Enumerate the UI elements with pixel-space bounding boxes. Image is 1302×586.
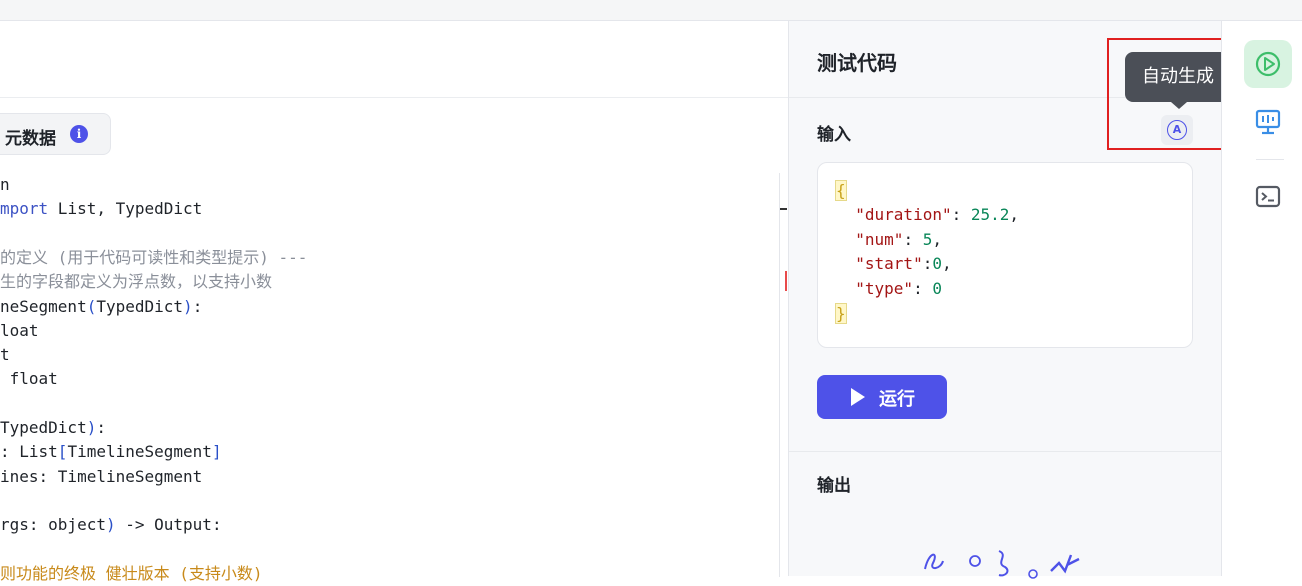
code-line: 的定义 (用于代码可读性和类型提示) ---: [0, 246, 307, 270]
json-line: }: [835, 302, 847, 326]
code-token: 生的字段都定义为浮点数，以支持小数: [0, 272, 273, 292]
error-marker: [785, 271, 787, 291]
json-value: 0: [932, 254, 942, 273]
json-line: "type": 0: [836, 277, 942, 301]
output-label: 输出: [817, 476, 851, 496]
code-line: t: [0, 343, 10, 367]
right-toolbar: [1221, 21, 1302, 576]
json-separator: :: [922, 254, 933, 273]
json-key: "duration": [855, 205, 952, 224]
terminal-icon: [1255, 185, 1281, 208]
json-line: "start":0,: [836, 252, 952, 276]
run-button-label: 运行: [879, 389, 915, 410]
code-token: : List: [0, 442, 58, 462]
code-token: t: [0, 345, 10, 365]
highlight-box: [1107, 38, 1238, 150]
json-key: "type": [855, 278, 914, 298]
code-line: mport List, TypedDict: [0, 197, 202, 221]
metadata-label: 元数据: [5, 129, 56, 149]
test-run-tool[interactable]: [1244, 40, 1292, 88]
code-editor[interactable]: 元数据 i n mport List, TypedDict 的定义 (用于代码可读性…: [0, 21, 788, 583]
code-token: float: [0, 369, 58, 389]
panel-title: 测试代码: [817, 51, 897, 75]
json-line: "duration": 25.2,: [836, 203, 1019, 227]
code-line: float: [0, 367, 58, 391]
json-value: 0: [932, 278, 942, 298]
json-key: "start": [855, 254, 923, 273]
json-line: {: [835, 179, 847, 203]
json-key: "num": [855, 229, 904, 249]
json-separator: :: [951, 205, 971, 224]
empty-output-illustration: [924, 550, 1080, 579]
scroll-marker: [780, 208, 787, 210]
json-comma: ,: [941, 254, 952, 273]
metadata-button[interactable]: 元数据 i: [0, 113, 111, 155]
code-line: TypedDict):: [0, 416, 106, 440]
run-button[interactable]: 运行: [817, 375, 947, 419]
json-comma: ,: [1009, 205, 1020, 224]
code-token: mport: [0, 199, 49, 219]
code-token: -> Output:: [115, 515, 222, 535]
code-token: 则功能的终极 健壮版本 (支持小数): [0, 563, 263, 583]
json-separator: :: [913, 278, 933, 298]
json-value: 5: [922, 229, 933, 249]
code-line: loat: [0, 319, 39, 343]
top-bar: [0, 0, 1302, 21]
code-token: n: [0, 175, 10, 194]
json-line: "num": 5,: [836, 228, 942, 252]
code-token: TimelineSegment: [67, 442, 212, 462]
code-line: 生的字段都定义为浮点数，以支持小数: [0, 270, 272, 294]
code-line: rgs: object) -> Output:: [0, 513, 222, 537]
code-token: (: [86, 296, 97, 316]
code-token: List, TypedDict: [48, 199, 203, 219]
code-line: n: [0, 173, 10, 197]
info-icon[interactable]: i: [70, 125, 88, 143]
editor-header: [0, 21, 788, 98]
json-input-editor[interactable]: { "duration": 25.2, "num": 5, "start":0,…: [817, 162, 1193, 348]
json-close-brace: }: [835, 303, 847, 324]
code-token: ines: TimelineSegment: [0, 466, 203, 486]
code-line: neSegment(TypedDict):: [0, 295, 202, 319]
json-open-brace: {: [835, 180, 847, 201]
terminal-tool[interactable]: [1244, 173, 1292, 221]
code-token: :: [96, 418, 106, 437]
code-token: :: [192, 296, 203, 316]
play-icon: [851, 388, 865, 406]
code-token: neSegment: [0, 296, 87, 316]
code-token: ): [183, 296, 193, 316]
play-circle-icon: [1255, 51, 1281, 77]
code-token: rgs: object: [0, 515, 106, 535]
toolbar-divider: [1256, 159, 1284, 160]
code-token: ): [86, 418, 97, 437]
code-token: [: [57, 442, 68, 462]
code-line: : List[TimelineSegment]: [0, 440, 222, 464]
json-value: 25.2: [970, 205, 1010, 224]
code-token: 的定义 (用于代码可读性和类型提示) ---: [0, 247, 308, 267]
code-token: ): [105, 515, 116, 535]
editor-scrollbar[interactable]: [779, 173, 780, 577]
monitor-icon: [1255, 109, 1281, 135]
json-comma: ,: [932, 229, 942, 249]
code-token: loat: [0, 320, 39, 340]
code-line: 则功能的终极 健壮版本 (支持小数): [0, 562, 263, 586]
code-token: TypedDict: [0, 418, 87, 437]
json-separator: :: [903, 229, 923, 249]
monitor-tool[interactable]: [1244, 98, 1292, 146]
input-label: 输入: [817, 125, 851, 145]
code-line: ines: TimelineSegment: [0, 465, 202, 489]
code-token: TypedDict: [96, 296, 184, 316]
divider: [789, 451, 1222, 452]
code-token: ]: [211, 442, 222, 462]
